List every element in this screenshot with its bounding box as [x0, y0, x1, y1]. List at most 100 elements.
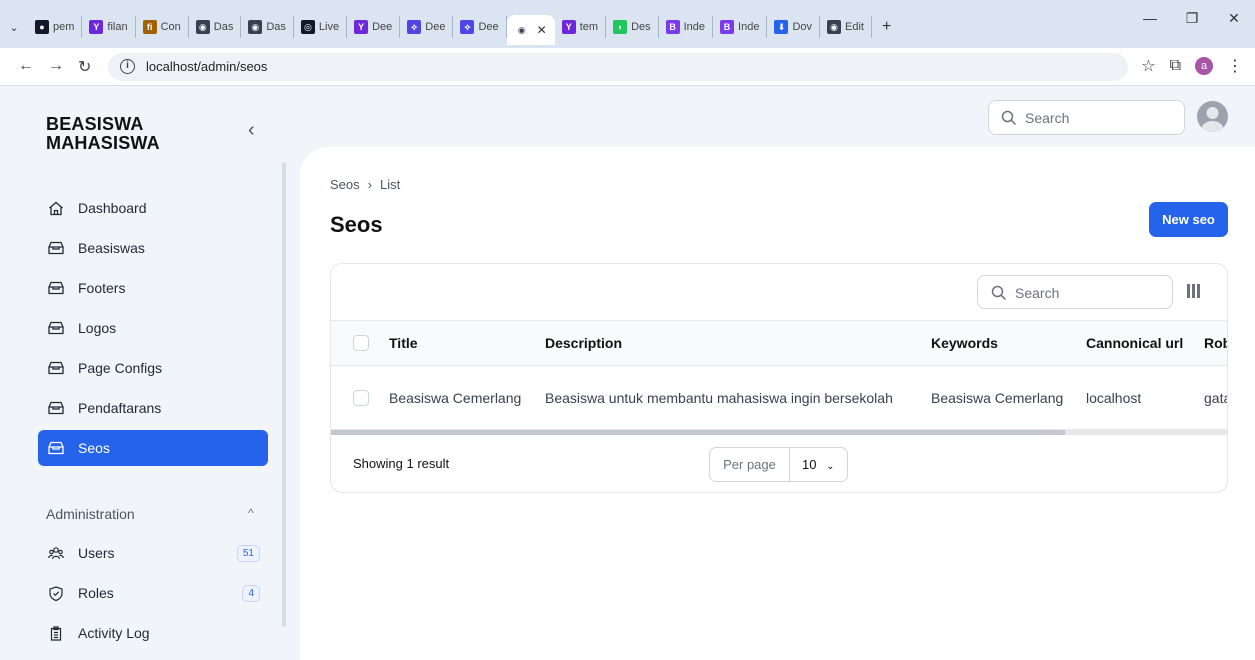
sidebar-item-pendaftarans[interactable]: Pendaftarans [38, 390, 268, 426]
browser-tab-bar: ⌄ ● pem Yfilan fi Con ◉ Das ◉ Das ◎ Live Y Dee ⟡ Dee ⟡ D… [0, 0, 1255, 48]
sidebar-item-dashboard[interactable]: Dashboard [38, 190, 268, 226]
nav-group-administration[interactable]: Administration [46, 506, 135, 522]
chevron-down-icon: ⌄ [826, 461, 835, 472]
column-title[interactable]: Title [389, 321, 418, 365]
browser-tab-label: Dee [478, 21, 499, 33]
select-all-checkbox[interactable] [353, 321, 369, 365]
browser-tab-label: Inde [738, 21, 760, 33]
browser-tab[interactable]: ◗ Des [606, 16, 659, 38]
browser-tab-label: filan [107, 21, 128, 33]
extensions-icon[interactable]: ⧉ [1170, 57, 1181, 75]
browser-tab[interactable]: ◉ Das [189, 16, 242, 38]
admin-app: BEASISWA MAHASISWA ‹ Dashboard Beasiswas F… [0, 87, 1255, 660]
browser-tab[interactable]: Y Dee [347, 16, 401, 38]
browser-tab-label: Das [213, 21, 234, 33]
browser-menu-icon[interactable]: ⋮ [1227, 56, 1243, 76]
brand-logo[interactable]: BEASISWA MAHASISWA [46, 115, 160, 153]
cell-title: Beasiswa Cemerlang [389, 389, 522, 406]
tab-favicon-icon: fi [142, 20, 157, 34]
tab-favicon-icon: B [665, 20, 680, 34]
page-title: Seos [330, 212, 383, 237]
breadcrumb-seos[interactable]: Seos [330, 177, 360, 192]
sidebar-item-activity-log[interactable]: Activity Log [38, 615, 268, 651]
collapse-sidebar-icon[interactable]: ‹ [248, 119, 255, 142]
table-search-input[interactable]: Search [977, 275, 1173, 309]
table-header: Title Description Keywords Cannonical ur… [331, 320, 1227, 366]
users-icon [48, 546, 64, 560]
close-window-icon[interactable]: ✕ [1213, 10, 1255, 27]
minimize-icon[interactable]: — [1129, 10, 1171, 27]
breadcrumb: Seos › List [330, 177, 400, 192]
browser-tab[interactable]: Yfilan [82, 16, 136, 38]
restore-icon[interactable]: ❐ [1171, 10, 1213, 27]
table-row[interactable]: Beasiswa Cemerlang Beasiswa untuk memban… [331, 366, 1227, 430]
shield-icon [48, 586, 64, 602]
per-page-select[interactable]: Per page 10 ⌄ [709, 447, 848, 482]
browser-tab-label: pem [53, 21, 75, 33]
url-bar[interactable]: i localhost/admin/seos [108, 53, 1128, 81]
forward-arrow-icon[interactable]: → [48, 57, 64, 75]
search-icon [1001, 110, 1017, 126]
global-search-placeholder: Search [1025, 110, 1070, 126]
new-tab-icon[interactable]: + [872, 18, 901, 36]
browser-tab-label: Edit [845, 21, 864, 33]
sidebar-item-label: Beasiswas [78, 240, 145, 256]
browser-tab[interactable]: ⬇ Dov [767, 16, 821, 38]
close-tab-icon[interactable]: ✕ [537, 23, 547, 37]
sidebar-item-logos[interactable]: Logos [38, 310, 268, 346]
back-arrow-icon[interactable]: ← [18, 57, 34, 75]
column-cannonical-url[interactable]: Cannonical url [1086, 321, 1183, 365]
column-robots[interactable]: Rob [1204, 321, 1227, 365]
sidebar-item-label: Activity Log [78, 625, 150, 641]
sidebar-item-footers[interactable]: Footers [38, 270, 268, 306]
browser-tab[interactable]: ● pem [28, 16, 83, 38]
per-page-value[interactable]: 10 ⌄ [790, 448, 847, 481]
profile-avatar[interactable]: a [1195, 57, 1213, 75]
sidebar-item-seos[interactable]: Seos [38, 430, 268, 466]
box-icon [48, 361, 64, 375]
tab-search-chevron-icon[interactable]: ⌄ [0, 21, 28, 34]
global-search-input[interactable]: Search [988, 100, 1185, 135]
tab-favicon-icon: ◗ [613, 20, 628, 34]
column-keywords[interactable]: Keywords [931, 321, 998, 365]
browser-tab[interactable]: B Inde [659, 16, 714, 38]
new-seo-button[interactable]: New seo [1149, 202, 1228, 237]
browser-tab-active[interactable]: ◉ ✕ [506, 15, 555, 45]
chevron-up-icon[interactable]: ^ [248, 506, 254, 520]
column-toggle-icon[interactable] [1187, 284, 1201, 298]
sidebar: BEASISWA MAHASISWA ‹ Dashboard Beasiswas F… [0, 87, 290, 660]
tab-favicon-icon: ◉ [195, 20, 210, 34]
browser-tab-label: Das [266, 21, 286, 33]
site-info-icon[interactable]: i [120, 59, 135, 74]
user-avatar[interactable] [1197, 101, 1228, 132]
browser-tab-label: Dee [425, 21, 446, 33]
browser-tab[interactable]: ◎ Live [294, 16, 348, 38]
sidebar-item-page-configs[interactable]: Page Configs [38, 350, 268, 386]
browser-tab[interactable]: ⟡ Dee [400, 16, 454, 38]
browser-tab[interactable]: fi Con [136, 16, 189, 38]
cell-cannonical-url: localhost [1086, 389, 1142, 406]
count-badge: 51 [236, 544, 260, 562]
sidebar-item-users[interactable]: Users 51 [38, 535, 268, 571]
browser-tab[interactable]: ◉ Das [241, 16, 294, 38]
sidebar-item-roles[interactable]: Roles 4 [38, 575, 268, 611]
browser-tab[interactable]: B Inde [713, 16, 768, 38]
tab-favicon-icon: ⟡ [460, 20, 475, 34]
row-checkbox[interactable] [353, 366, 369, 429]
browser-tab[interactable]: ◉ Edit [820, 16, 872, 38]
window-controls: — ❐ ✕ [1129, 10, 1255, 27]
breadcrumb-list: List [379, 177, 401, 192]
browser-tab[interactable]: Ytem [555, 16, 607, 38]
bookmark-star-icon[interactable]: ☆ [1141, 56, 1155, 76]
sidebar-item-beasiswas[interactable]: Beasiswas [38, 230, 268, 266]
address-bar: ← → ↻ i localhost/admin/seos ☆ ⧉ a ⋮ [0, 48, 1255, 86]
tab-favicon-icon: ◉ [248, 20, 263, 34]
scrollbar-thumb[interactable] [331, 430, 1065, 435]
reload-icon[interactable]: ↻ [78, 57, 91, 77]
table-horizontal-scrollbar[interactable] [331, 430, 1227, 435]
per-page-label: Per page [710, 448, 790, 481]
sidebar-item-label: Pendaftarans [78, 400, 162, 416]
column-description[interactable]: Description [545, 321, 622, 365]
browser-tab[interactable]: ⟡ Dee [453, 16, 507, 38]
sidebar-scrollbar[interactable] [282, 162, 286, 627]
